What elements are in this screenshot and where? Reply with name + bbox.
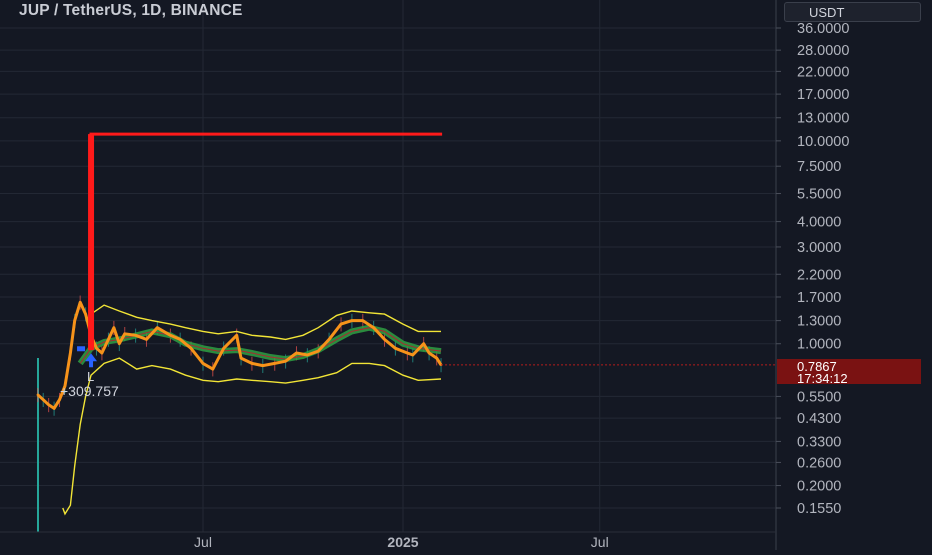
price-point xyxy=(435,356,438,360)
x-tick-label: Jul xyxy=(194,534,212,550)
x-tick-label: Jul xyxy=(591,534,609,550)
x-tick-label: 2025 xyxy=(387,534,418,550)
price-point xyxy=(189,347,193,350)
price-point xyxy=(261,364,264,367)
price-point xyxy=(350,319,354,322)
price-point xyxy=(327,338,331,341)
price-point xyxy=(239,356,243,360)
currency-selector[interactable]: USDT xyxy=(784,2,921,22)
price-point xyxy=(169,334,172,337)
y-tick-label: 36.0000 xyxy=(797,21,849,37)
price-point xyxy=(361,319,364,322)
last-price-label: 0.7867 17:34:12 xyxy=(777,359,921,386)
y-tick-label: 3.0000 xyxy=(797,240,841,256)
price-point xyxy=(306,353,309,357)
time-axis[interactable]: Jul 2025 Jul xyxy=(194,534,609,550)
price-point xyxy=(178,338,182,341)
price-point xyxy=(383,338,386,341)
price-point xyxy=(36,393,39,397)
y-tick-label: 1.0000 xyxy=(797,337,841,353)
price-point xyxy=(134,334,137,337)
price-point xyxy=(47,403,50,407)
chart-area[interactable]: L +309.757 36.0000 28.0000 22.0000 17.0000 13… xyxy=(0,0,932,550)
y-tick-label: 0.2000 xyxy=(797,479,841,495)
price-point xyxy=(73,319,76,322)
long-marker-label: L xyxy=(87,369,94,384)
price-point xyxy=(84,312,87,316)
price-point xyxy=(427,351,431,355)
price-point xyxy=(284,360,287,363)
price-point xyxy=(372,326,375,329)
price-point xyxy=(250,362,254,365)
price-point xyxy=(95,347,98,350)
y-tick-label: 17.0000 xyxy=(797,87,849,103)
y-tick-label: 5.5000 xyxy=(797,187,841,203)
price-chart[interactable]: L+309.757 36.0000 28.0000 22.0000 17.0000 13… xyxy=(0,0,932,550)
countdown-timer: 17:34:12 xyxy=(797,371,848,386)
trade-profit-label: +309.757 xyxy=(60,383,119,399)
price-point xyxy=(406,351,409,355)
price-point xyxy=(317,349,320,353)
price-axis[interactable]: 36.0000 28.0000 22.0000 17.0000 13.0000 10.00… xyxy=(776,21,849,517)
y-tick-label: 1.3000 xyxy=(797,314,841,330)
y-tick-label: 7.5000 xyxy=(797,159,841,175)
y-tick-label: 0.5500 xyxy=(797,389,841,405)
price-point xyxy=(123,332,126,335)
price-point xyxy=(411,353,414,357)
price-point xyxy=(52,407,56,410)
y-tick-label: 2.2000 xyxy=(797,267,841,283)
lower-band-line xyxy=(62,357,442,516)
price-point xyxy=(273,362,276,365)
y-tick-label: 22.0000 xyxy=(797,64,849,80)
y-tick-label: 0.3300 xyxy=(797,434,841,450)
price-point xyxy=(422,342,425,345)
signal-flag-icon xyxy=(77,346,86,352)
price-point xyxy=(112,326,116,329)
price-point xyxy=(394,347,397,350)
price-point xyxy=(339,322,343,326)
y-tick-label: 0.2600 xyxy=(797,455,841,471)
price-point xyxy=(107,338,110,341)
symbol-title[interactable]: JUP / TetherUS, 1D, BINANCE xyxy=(19,2,243,20)
price-point xyxy=(211,367,214,371)
y-tick-label: 0.1550 xyxy=(797,501,841,517)
price-point xyxy=(69,351,72,355)
target-bar xyxy=(88,134,95,351)
y-tick-label: 13.0000 xyxy=(797,111,849,127)
price-point xyxy=(235,334,238,337)
y-tick-label: 10.0000 xyxy=(797,134,849,150)
price-point xyxy=(295,351,298,355)
grid xyxy=(0,0,776,532)
price-point xyxy=(78,301,82,304)
price-point xyxy=(100,351,104,355)
price-point xyxy=(42,398,45,401)
y-tick-label: 28.0000 xyxy=(797,43,849,59)
price-point xyxy=(201,362,205,365)
price-point xyxy=(222,347,225,350)
y-tick-label: 1.7000 xyxy=(797,290,841,306)
y-tick-label: 0.4300 xyxy=(797,411,841,427)
price-point xyxy=(145,338,148,341)
price-point xyxy=(156,326,159,329)
price-point xyxy=(118,342,121,345)
y-tick-label: 4.0000 xyxy=(797,215,841,231)
